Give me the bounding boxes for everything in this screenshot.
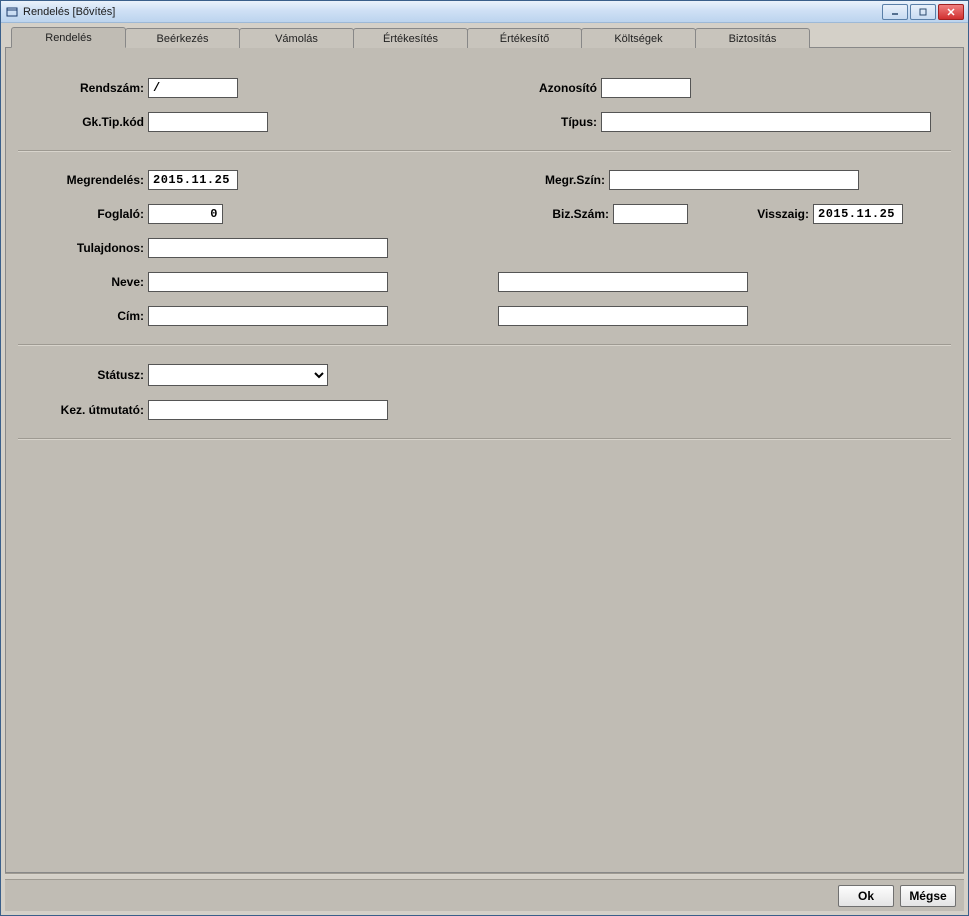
tab-beerkezes[interactable]: Beérkezés: [125, 28, 240, 48]
kezutmutato-input[interactable]: [148, 400, 388, 420]
cim-label: Cím:: [18, 309, 148, 323]
divider-1: [18, 150, 951, 152]
tipus-input[interactable]: [601, 112, 931, 132]
megrszin-input[interactable]: [609, 170, 859, 190]
form-area: Rendszám: Azonosító Gk.Tip.kód: [6, 68, 963, 468]
megrszin-label: Megr.Szín:: [519, 173, 609, 187]
neve-label: Neve:: [18, 275, 148, 289]
app-window: Rendelés [Bővítés] Rendelés Beérkezés Vá…: [0, 0, 969, 916]
app-icon: [5, 5, 19, 19]
window-controls: [882, 4, 964, 20]
rendszam-label: Rendszám:: [18, 81, 148, 95]
bizszam-label: Biz.Szám:: [523, 207, 613, 221]
tulajdonos-input[interactable]: [148, 238, 388, 258]
cim-input-1[interactable]: [148, 306, 388, 326]
foglalo-label: Foglaló:: [18, 207, 148, 221]
kezutmutato-label: Kez. útmutató:: [18, 403, 148, 417]
divider-3: [18, 438, 951, 440]
megrendeles-label: Megrendelés:: [18, 173, 148, 187]
cim-input-2[interactable]: [498, 306, 748, 326]
foglalo-input[interactable]: [148, 204, 223, 224]
footer-divider: [5, 873, 964, 875]
divider-2: [18, 344, 951, 346]
maximize-button[interactable]: [910, 4, 936, 20]
tab-rendeles[interactable]: Rendelés: [11, 27, 126, 48]
footer: Ok Mégse: [5, 879, 964, 911]
minimize-button[interactable]: [882, 4, 908, 20]
rendszam-input[interactable]: [148, 78, 238, 98]
tab-koltsegek[interactable]: Költségek: [581, 28, 696, 48]
azonosito-label: Azonosító: [511, 81, 601, 95]
ok-button[interactable]: Ok: [838, 885, 894, 907]
tab-ertekesito[interactable]: Értékesítő: [467, 28, 582, 48]
tab-panel: Rendszám: Azonosító Gk.Tip.kód: [5, 47, 964, 873]
tab-ertekesites[interactable]: Értékesítés: [353, 28, 468, 48]
megrendeles-input[interactable]: [148, 170, 238, 190]
statusz-select[interactable]: [148, 364, 328, 386]
visszaig-input[interactable]: [813, 204, 903, 224]
bizszam-input[interactable]: [613, 204, 688, 224]
gktipkod-input[interactable]: [148, 112, 268, 132]
visszaig-label: Visszaig:: [688, 207, 813, 221]
tab-biztositas[interactable]: Biztosítás: [695, 28, 810, 48]
gktipkod-label: Gk.Tip.kód: [18, 115, 148, 129]
tab-vamolas[interactable]: Vámolás: [239, 28, 354, 48]
neve-input-2[interactable]: [498, 272, 748, 292]
neve-input-1[interactable]: [148, 272, 388, 292]
close-button[interactable]: [938, 4, 964, 20]
tab-strip: Rendelés Beérkezés Vámolás Értékesítés É…: [11, 28, 964, 48]
tipus-label: Típus:: [511, 115, 601, 129]
azonosito-input[interactable]: [601, 78, 691, 98]
titlebar: Rendelés [Bővítés]: [1, 1, 968, 23]
content-area: Rendelés Beérkezés Vámolás Értékesítés É…: [1, 23, 968, 915]
window-title: Rendelés [Bővítés]: [23, 6, 882, 18]
statusz-label: Státusz:: [18, 368, 148, 382]
cancel-button[interactable]: Mégse: [900, 885, 956, 907]
tulajdonos-label: Tulajdonos:: [18, 241, 148, 255]
